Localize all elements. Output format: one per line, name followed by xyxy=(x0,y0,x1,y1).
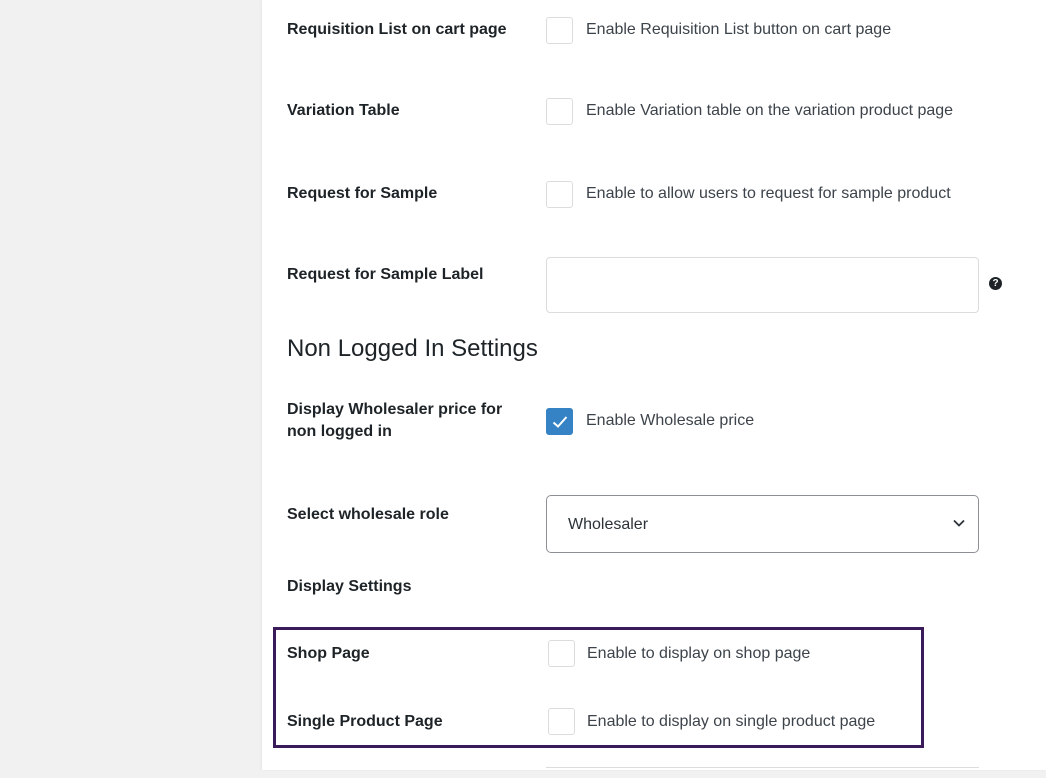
variation-table-label: Variation Table xyxy=(287,102,400,119)
variation-table-checkbox[interactable] xyxy=(546,98,573,125)
checkmark-icon xyxy=(552,416,568,428)
wholesale-role-label: Select wholesale role xyxy=(287,506,449,523)
next-field-edge xyxy=(546,767,979,778)
shop-page-description: Enable to display on shop page xyxy=(587,645,811,662)
shop-page-checkbox[interactable] xyxy=(548,640,575,667)
wholesale-role-selected-value: Wholesaler xyxy=(568,516,649,533)
single-product-label: Single Product Page xyxy=(287,713,443,730)
requisition-checkbox[interactable] xyxy=(546,17,573,44)
display-settings-heading: Display Settings xyxy=(287,578,412,595)
sample-label-input[interactable] xyxy=(546,257,979,313)
wholesale-price-label: Display Wholesaler price for non logged … xyxy=(287,401,503,440)
single-product-checkbox[interactable] xyxy=(548,708,575,735)
request-sample-checkbox[interactable] xyxy=(546,181,573,208)
shop-page-label: Shop Page xyxy=(287,645,370,662)
requisition-description: Enable Requisition List button on cart p… xyxy=(586,21,892,38)
chevron-down-icon xyxy=(953,519,965,527)
requisition-label: Requisition List on cart page xyxy=(287,21,507,38)
variation-table-description: Enable Variation table on the variation … xyxy=(586,102,954,119)
wholesale-role-select[interactable]: Wholesaler xyxy=(546,495,979,553)
section-heading-non-logged: Non Logged In Settings xyxy=(287,335,538,362)
wholesale-price-checkbox[interactable] xyxy=(546,408,573,435)
request-sample-description: Enable to allow users to request for sam… xyxy=(586,185,951,202)
wholesale-price-description: Enable Wholesale price xyxy=(586,412,755,429)
question-circle-icon[interactable]: ? xyxy=(989,277,1002,290)
single-product-description: Enable to display on single product page xyxy=(587,713,876,730)
request-sample-label: Request for Sample xyxy=(287,185,438,202)
sample-label-field-label: Request for Sample Label xyxy=(287,266,484,283)
